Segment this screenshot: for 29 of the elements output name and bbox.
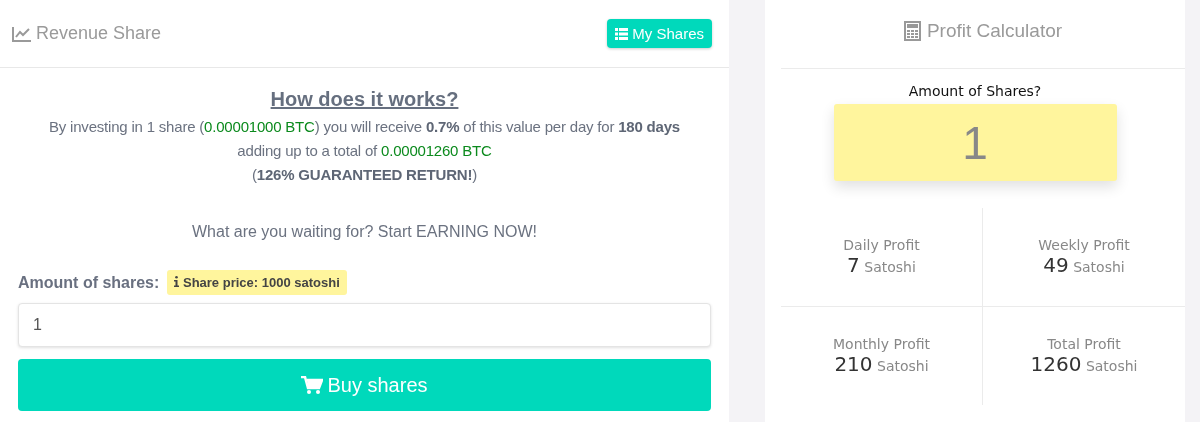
stat-label: Monthly Profit	[833, 336, 930, 352]
stat-unit: Satoshi	[877, 358, 929, 374]
calculator-icon	[903, 21, 921, 41]
stat-value: 7	[847, 253, 860, 277]
list-icon	[615, 27, 629, 40]
section-heading: How does it works?	[269, 88, 460, 111]
stat-label: Daily Profit	[843, 237, 920, 253]
stat-value: 49	[1043, 253, 1069, 277]
stat-unit: Satoshi	[1073, 259, 1125, 275]
call-to-action-text: What are you waiting for? Start EARNING NOW!	[191, 223, 538, 241]
stat-label: Total Profit	[1047, 336, 1121, 352]
stat-value: 1260	[1030, 352, 1082, 376]
stat-label: Weekly Profit	[1038, 237, 1130, 253]
stat-value: 210	[834, 352, 873, 376]
stat-unit: Satoshi	[1085, 358, 1138, 374]
cart-icon	[301, 375, 324, 395]
info-icon	[174, 276, 180, 287]
panel-title: Profit Calculator	[926, 20, 1063, 42]
my-shares-button[interactable]: My Shares	[607, 19, 712, 48]
panel-title: Revenue Share	[36, 23, 162, 44]
amount-input-field[interactable]: 1	[18, 303, 711, 347]
line-chart-icon	[12, 25, 32, 42]
share-price-badge: Share price: 1000 satoshi	[167, 270, 347, 295]
field-label: Amount of shares:	[18, 273, 160, 292]
field-label: Amount of Shares?	[908, 83, 1042, 99]
buy-shares-button[interactable]: Buy shares	[18, 359, 711, 411]
amount-display-field[interactable]: 1	[833, 104, 1117, 181]
stat-unit: Satoshi	[864, 259, 916, 275]
description-paragraph: By investing in 1 share (0.00001000 BTC) you will receive 0.7% of this value per day for 180 days adding up to a total of 0.00001260 BTC (126% GUARANTEED RETURN!)	[48, 117, 681, 185]
